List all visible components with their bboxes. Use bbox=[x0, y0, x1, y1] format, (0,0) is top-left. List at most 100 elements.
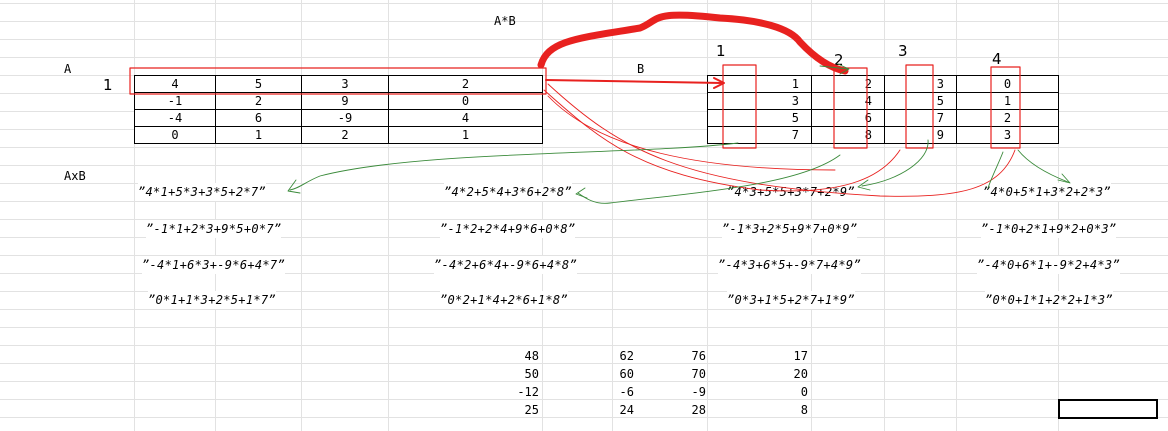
formula-cell[interactable]: ”-1*0+2*1+9*2+0*3” bbox=[981, 220, 1117, 238]
column-gridline bbox=[542, 0, 543, 431]
formula-cell[interactable]: ”4*3+5*5+3*7+2*9” bbox=[727, 183, 855, 201]
result-cell[interactable]: 76 bbox=[646, 347, 706, 365]
matrix-b-cell[interactable]: 1 bbox=[707, 75, 812, 93]
result-cell[interactable]: 70 bbox=[646, 365, 706, 383]
result-cell[interactable]: 28 bbox=[646, 401, 706, 419]
matrix-a-cell[interactable]: 6 bbox=[215, 109, 302, 127]
matrix-a-cell[interactable]: 4 bbox=[134, 75, 216, 93]
matrix-b-cell[interactable]: 0 bbox=[956, 75, 1059, 93]
matrix-b-cell[interactable]: 5 bbox=[707, 109, 812, 127]
result-cell[interactable]: 50 bbox=[479, 365, 539, 383]
matrix-b: 1 2 3 0 3 4 5 1 5 6 7 2 7 8 9 3 bbox=[707, 75, 1059, 144]
result-label: AxB bbox=[64, 169, 86, 183]
result-cell[interactable]: 62 bbox=[574, 347, 634, 365]
matrix-b-label: B bbox=[637, 62, 645, 76]
formula-cell[interactable]: ”4*0+5*1+3*2+2*3” bbox=[983, 183, 1111, 201]
arrowhead bbox=[1057, 173, 1071, 184]
result-cell[interactable]: 60 bbox=[574, 365, 634, 383]
result-cell[interactable]: 8 bbox=[748, 401, 808, 419]
matrix-a-cell[interactable]: 2 bbox=[301, 126, 389, 144]
curve-annotation bbox=[861, 139, 929, 187]
result-cell[interactable]: 24 bbox=[574, 401, 634, 419]
matrix-a-cell[interactable]: 0 bbox=[134, 126, 216, 144]
matrix-a-cell[interactable]: 1 bbox=[388, 126, 543, 144]
matrix-b-row: 3 4 5 1 bbox=[707, 92, 1059, 110]
result-cell[interactable]: 20 bbox=[748, 365, 808, 383]
matrix-b-cell[interactable]: 2 bbox=[956, 109, 1059, 127]
result-cell[interactable]: 17 bbox=[748, 347, 808, 365]
arrowhead bbox=[287, 179, 301, 194]
matrix-a-cell[interactable]: 2 bbox=[388, 75, 543, 93]
sheet-title: A*B bbox=[494, 14, 516, 28]
arrowhead bbox=[857, 179, 871, 191]
formula-cell[interactable]: ”0*0+1*1+2*2+1*3” bbox=[985, 291, 1113, 309]
matrix-b-cell[interactable]: 5 bbox=[884, 92, 957, 110]
formula-cell[interactable]: ”4*2+5*4+3*6+2*8” bbox=[444, 183, 572, 201]
column-gridline bbox=[388, 0, 389, 431]
matrix-a-cell[interactable]: 9 bbox=[301, 92, 389, 110]
column-marker-4: 4 bbox=[992, 50, 1002, 68]
formula-cell[interactable]: ”0*2+1*4+2*6+1*8” bbox=[440, 291, 568, 309]
formula-cell[interactable]: ”0*1+1*3+2*5+1*7” bbox=[148, 291, 276, 309]
matrix-a-cell[interactable]: 5 bbox=[215, 75, 302, 93]
matrix-b-cell[interactable]: 4 bbox=[811, 92, 885, 110]
curve-annotation bbox=[1017, 149, 1069, 183]
matrix-b-cell[interactable]: 7 bbox=[884, 109, 957, 127]
result-cell[interactable]: 0 bbox=[748, 383, 808, 401]
matrix-b-row: 1 2 3 0 bbox=[707, 75, 1059, 93]
formula-cell[interactable]: ”-1*3+2*5+9*7+0*9” bbox=[722, 220, 858, 238]
result-cell[interactable]: -9 bbox=[646, 383, 706, 401]
column-marker-3: 3 bbox=[898, 42, 908, 60]
formula-cell[interactable]: ”0*3+1*5+2*7+1*9” bbox=[727, 291, 855, 309]
matrix-b-cell[interactable]: 1 bbox=[956, 92, 1059, 110]
matrix-a-cell[interactable]: 2 bbox=[215, 92, 302, 110]
matrix-b-cell[interactable]: 3 bbox=[884, 75, 957, 93]
matrix-b-cell[interactable]: 9 bbox=[884, 126, 957, 144]
column-gridline bbox=[811, 0, 812, 431]
matrix-a-label: A bbox=[64, 62, 72, 76]
column-marker-1: 1 bbox=[716, 42, 726, 60]
matrix-a-cell[interactable]: -1 bbox=[134, 92, 216, 110]
matrix-a-cell[interactable]: -9 bbox=[301, 109, 389, 127]
matrix-a: 4 5 3 2 -1 2 9 0 -4 6 -9 4 0 1 2 1 bbox=[134, 75, 543, 144]
result-cell[interactable]: 25 bbox=[479, 401, 539, 419]
formula-cell[interactable]: ”-1*2+2*4+9*6+0*8” bbox=[440, 220, 576, 238]
column-gridline bbox=[956, 0, 957, 431]
formula-cell[interactable]: ”-4*0+6*1+-9*2+4*3” bbox=[977, 256, 1120, 274]
spreadsheet-grid[interactable]: A*B A B AxB 1 1 2 3 4 4 5 3 2 -1 2 9 0 -… bbox=[0, 0, 1168, 431]
matrix-a-cell[interactable]: 3 bbox=[301, 75, 389, 93]
matrix-b-row: 5 6 7 2 bbox=[707, 109, 1059, 127]
column-marker-2: 2 bbox=[834, 51, 844, 69]
matrix-b-cell[interactable]: 3 bbox=[707, 92, 812, 110]
matrix-b-cell[interactable]: 6 bbox=[811, 109, 885, 127]
column-gridline bbox=[1058, 0, 1059, 431]
formula-cell[interactable]: ”-1*1+2*3+9*5+0*7” bbox=[146, 220, 282, 238]
column-gridline bbox=[884, 0, 885, 431]
column-gridline bbox=[301, 0, 302, 431]
matrix-a-row: -4 6 -9 4 bbox=[134, 109, 543, 127]
formula-cell[interactable]: ”-4*3+6*5+-9*7+4*9” bbox=[718, 256, 861, 274]
matrix-b-cell[interactable]: 2 bbox=[811, 75, 885, 93]
result-cell[interactable]: -12 bbox=[479, 383, 539, 401]
column-gridline bbox=[134, 0, 135, 431]
matrix-a-cell[interactable]: -4 bbox=[134, 109, 216, 127]
active-cell-selection[interactable] bbox=[1058, 399, 1158, 419]
column-gridline bbox=[707, 0, 708, 431]
result-cell[interactable]: -6 bbox=[574, 383, 634, 401]
matrix-a-cell[interactable]: 0 bbox=[388, 92, 543, 110]
matrix-b-cell[interactable]: 7 bbox=[707, 126, 812, 144]
formula-cell[interactable]: ”4*1+5*3+3*5+2*7” bbox=[138, 183, 266, 201]
matrix-b-cell[interactable]: 8 bbox=[811, 126, 885, 144]
matrix-a-cell[interactable]: 1 bbox=[215, 126, 302, 144]
formula-cell[interactable]: ”-4*1+6*3+-9*6+4*7” bbox=[142, 256, 285, 274]
matrix-a-row: -1 2 9 0 bbox=[134, 92, 543, 110]
formula-cell[interactable]: ”-4*2+6*4+-9*6+4*8” bbox=[434, 256, 577, 274]
matrix-a-row: 4 5 3 2 bbox=[134, 75, 543, 93]
matrix-b-row: 7 8 9 3 bbox=[707, 126, 1059, 144]
matrix-a-row: 0 1 2 1 bbox=[134, 126, 543, 144]
result-cell[interactable]: 48 bbox=[479, 347, 539, 365]
matrix-b-cell[interactable]: 3 bbox=[956, 126, 1059, 144]
matrix-a-cell[interactable]: 4 bbox=[388, 109, 543, 127]
arc-annotation bbox=[537, 11, 849, 75]
column-gridline bbox=[215, 0, 216, 431]
